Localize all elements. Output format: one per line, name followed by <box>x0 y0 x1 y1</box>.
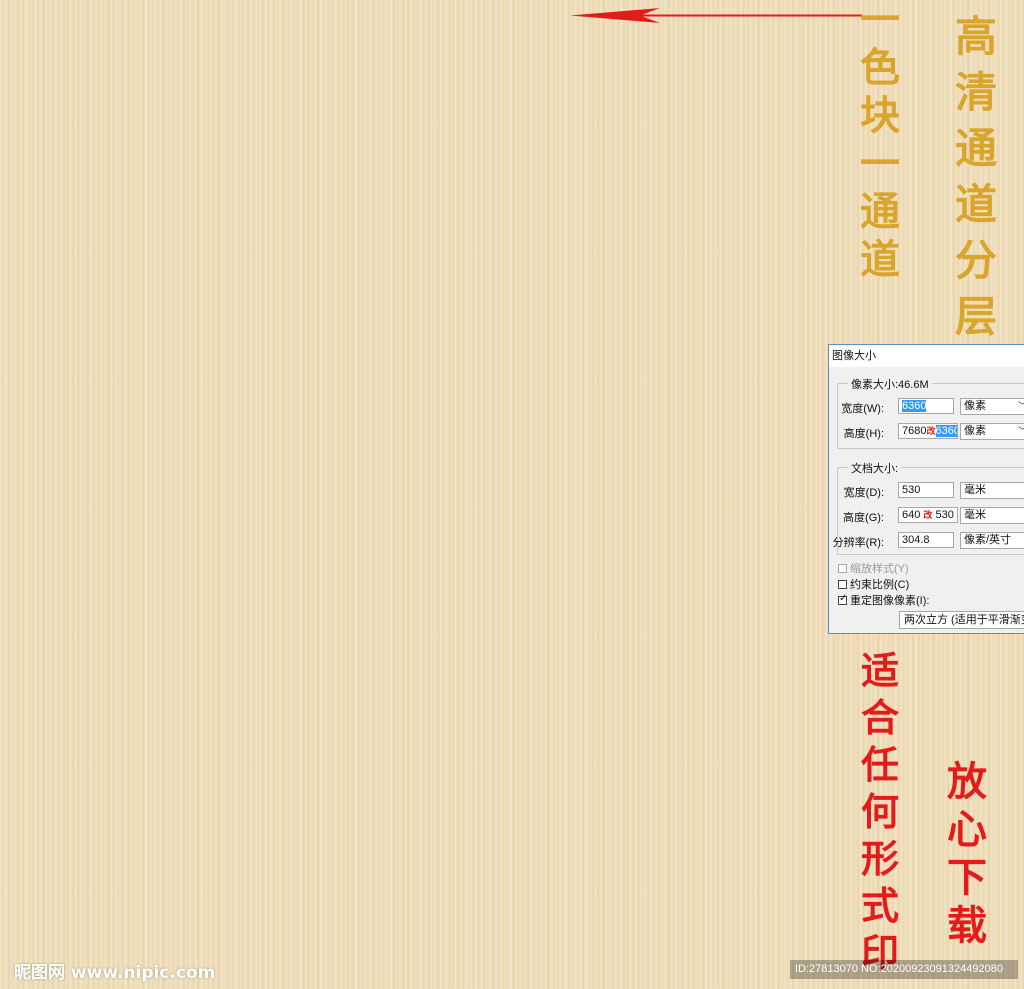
checkbox-checked-icon <box>838 593 847 605</box>
doc-height-label: 高度(G): <box>843 512 884 524</box>
annotation-char: 适 <box>860 648 899 693</box>
image-size-dialog: 图像大小 像素大小:46.6M 宽度(W): 6360 像素﹀ 高度(H): 7… <box>828 344 1024 634</box>
pixel-height-unit-select[interactable]: 像素﹀ <box>960 423 1024 440</box>
annotation-suitable-for-print: 适 合 任 何 形 式 印 <box>858 652 902 981</box>
dialog-title: 图像大小 <box>829 345 1024 367</box>
annotation-char: 色 <box>860 44 900 91</box>
pixel-width-input[interactable]: 6360 <box>898 398 954 414</box>
annotation-char: 任 <box>860 742 899 787</box>
annotation-char: 式 <box>860 883 899 928</box>
document-size-label: 文档大小: <box>848 460 902 476</box>
pixel-dimensions-label: 像素大小:46.6M <box>848 376 932 392</box>
annotation-download-safely: 放 心 下 载 <box>944 762 990 954</box>
resolution-input[interactable]: 304.8 <box>898 532 954 548</box>
doc-width-unit-select[interactable]: 毫米 <box>960 482 1024 499</box>
pixel-dimensions-group: 像素大小:46.6M 宽度(W): 6360 像素﹀ 高度(H): 7680改6… <box>837 376 1024 449</box>
doc-width-input[interactable]: 530 <box>898 482 954 498</box>
resolution-label: 分辨率(R): <box>832 537 884 549</box>
pixel-height-input[interactable]: 7680改6360 <box>898 423 958 439</box>
annotation-char: 分 <box>954 236 997 285</box>
annotation-char: 块 <box>860 92 900 139</box>
annotation-char: 道 <box>860 236 900 283</box>
chevron-down-icon: ﹀ <box>1018 424 1024 439</box>
annotation-char: 合 <box>860 695 899 740</box>
annotation-char: 清 <box>954 68 997 117</box>
annotation-hd-channel-layers: 高 清 通 道 分 层 <box>952 16 1000 352</box>
annotation-char: 下 <box>947 854 987 901</box>
annotation-char: 道 <box>954 180 997 229</box>
annotation-char: 载 <box>947 902 987 949</box>
annotation-single-channel: 一 色 块 一 通 道 <box>858 0 902 288</box>
constrain-proportions-checkbox[interactable]: 约束比例(C) <box>838 576 909 592</box>
doc-height-input[interactable]: 640 改 530 <box>898 507 958 523</box>
annotation-char: 心 <box>947 806 987 853</box>
doc-width-label: 宽度(D): <box>843 487 884 499</box>
chevron-down-icon: ﹀ <box>1018 399 1024 414</box>
resample-method-select[interactable]: 两次立方 (适用于平滑渐变 <box>899 611 1024 629</box>
annotation-char: 形 <box>860 836 899 881</box>
pixel-width-label: 宽度(W): <box>841 403 884 415</box>
watermark-id: ID:27813070 NO:20200923091324492080 <box>790 960 1018 979</box>
annotation-char: 一 <box>860 0 900 43</box>
doc-height-unit-select[interactable]: 毫米 <box>960 507 1024 524</box>
annotation-char: 通 <box>954 124 997 173</box>
resample-image-checkbox[interactable]: 重定图像像素(I): <box>838 592 929 608</box>
watermark-logo: 昵图网 www.nipic.com <box>14 963 216 983</box>
checkbox-box <box>838 580 847 589</box>
document-size-group: 文档大小: 宽度(D): 530 毫米 高度(G): 640 改 530 毫米 … <box>833 460 1024 555</box>
annotation-char: 何 <box>860 789 899 834</box>
checkbox-box <box>838 564 847 573</box>
pixel-height-label: 高度(H): <box>843 428 884 440</box>
annotation-char: 一 <box>860 140 900 187</box>
annotation-char: 高 <box>954 12 997 61</box>
resolution-unit-select[interactable]: 像素/英寸 <box>960 532 1024 549</box>
pixel-width-unit-select[interactable]: 像素﹀ <box>960 398 1024 415</box>
annotation-char: 通 <box>860 188 900 235</box>
annotation-char: 放 <box>947 758 987 805</box>
scale-styles-checkbox[interactable]: 缩放样式(Y) <box>838 560 909 576</box>
